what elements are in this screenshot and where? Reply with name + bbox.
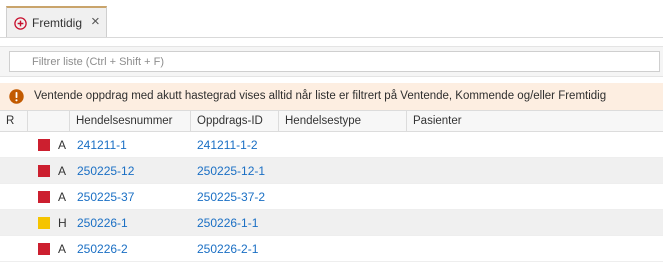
tab-label: Fremtidig xyxy=(32,16,83,30)
tab-fremtidig[interactable]: Fremtidig × xyxy=(6,6,107,37)
table-header: R Hendelsesnummer Oppdrags-ID Hendelsest… xyxy=(0,110,663,132)
table-row[interactable]: A 250225-12 250225-12-1 xyxy=(0,158,663,184)
table-row[interactable]: A 241211-1 241211-1-2 xyxy=(0,132,663,158)
order-id-link[interactable]: 250225-37-2 xyxy=(197,190,265,204)
priority-letter: A xyxy=(58,164,67,178)
priority-letter: H xyxy=(58,216,67,230)
column-header-event-number[interactable]: Hendelsesnummer xyxy=(70,111,191,131)
order-id-link[interactable]: 250226-1-1 xyxy=(197,216,258,230)
priority-letter: A xyxy=(58,190,67,204)
plus-circle-icon xyxy=(14,17,27,30)
priority-color-square xyxy=(38,139,50,151)
order-id-link[interactable]: 250225-12-1 xyxy=(197,164,265,178)
event-number-link[interactable]: 250226-1 xyxy=(77,216,128,230)
filter-bar xyxy=(0,46,663,77)
banner-text: Ventende oppdrag med akutt hastegrad vis… xyxy=(34,90,607,102)
filter-input[interactable] xyxy=(9,51,660,72)
event-number-link[interactable]: 250225-37 xyxy=(77,190,134,204)
order-id-link[interactable]: 250226-2-1 xyxy=(197,242,258,256)
priority-color-square xyxy=(38,217,50,229)
table-row[interactable]: A 250225-37 250225-37-2 xyxy=(0,184,663,210)
event-number-link[interactable]: 250226-2 xyxy=(77,242,128,256)
close-icon[interactable]: × xyxy=(91,13,100,30)
column-header-event-type[interactable]: Hendelsestype xyxy=(279,111,407,131)
warning-banner: Ventende oppdrag med akutt hastegrad vis… xyxy=(0,83,663,110)
table-row[interactable]: A 250226-2 250226-2-1 xyxy=(0,236,663,262)
priority-letter: A xyxy=(58,242,67,256)
priority-color-square xyxy=(38,165,50,177)
column-header-r[interactable]: R xyxy=(0,111,28,131)
table-row[interactable]: H 250226-1 250226-1-1 xyxy=(0,210,663,236)
priority-color-square xyxy=(38,191,50,203)
warning-icon xyxy=(9,89,24,104)
column-header-status[interactable] xyxy=(28,111,70,131)
column-header-order-id[interactable]: Oppdrags-ID xyxy=(191,111,279,131)
priority-color-square xyxy=(38,243,50,255)
priority-letter: A xyxy=(58,138,67,152)
event-number-link[interactable]: 250225-12 xyxy=(77,164,134,178)
column-header-patients[interactable]: Pasienter xyxy=(407,111,663,131)
order-table: R Hendelsesnummer Oppdrags-ID Hendelsest… xyxy=(0,110,663,262)
tab-strip: Fremtidig × xyxy=(0,0,663,38)
event-number-link[interactable]: 241211-1 xyxy=(77,138,127,152)
order-id-link[interactable]: 241211-1-2 xyxy=(197,138,258,152)
